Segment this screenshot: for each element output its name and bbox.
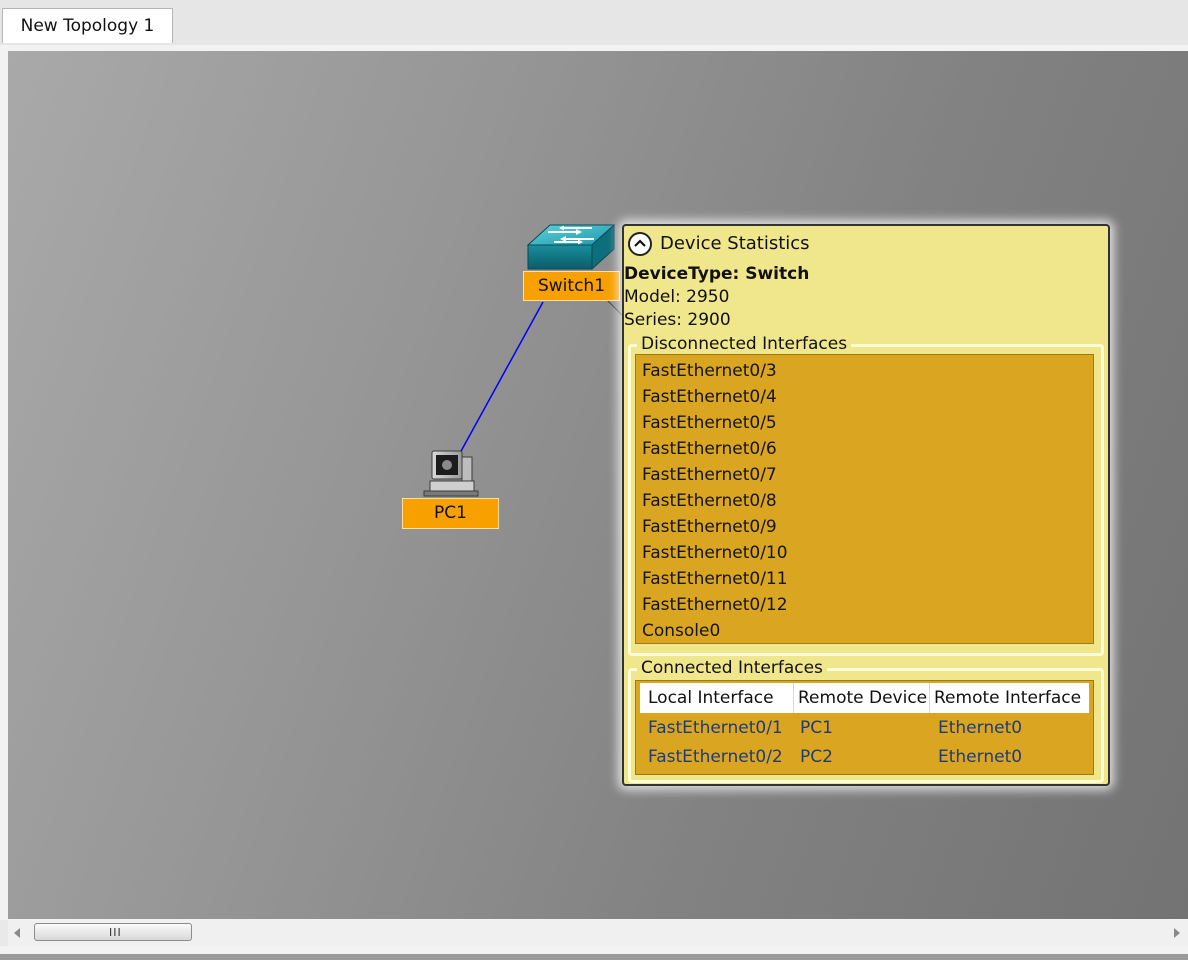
scrollbar-thumb[interactable]: III: [34, 923, 192, 941]
table-row[interactable]: FastEthernet0/2 PC2 Ethernet0: [640, 743, 1089, 772]
table-cell: FastEthernet0/2: [648, 747, 783, 767]
table-cell: Ethernet0: [938, 718, 1023, 738]
scrollbar-grip: III: [109, 926, 122, 939]
device-type: DeviceType: Switch: [624, 263, 809, 285]
list-item[interactable]: FastEthernet0/4: [636, 384, 1093, 410]
list-item[interactable]: FastEthernet0/9: [636, 514, 1093, 540]
column-header-remote-interface[interactable]: Remote Interface: [930, 683, 1087, 713]
table-cell: PC2: [800, 747, 833, 767]
device-statistics-panel: Device Statistics DeviceType: Switch Mod…: [622, 224, 1110, 786]
list-item[interactable]: Console0: [636, 618, 1093, 644]
switch-icon[interactable]: [526, 223, 616, 275]
connected-interfaces-table[interactable]: Local Interface Remote Device Remote Int…: [635, 680, 1094, 775]
column-header-local-interface[interactable]: Local Interface: [640, 683, 794, 713]
disconnected-interfaces-list[interactable]: FastEthernet0/3 FastEthernet0/4 FastEthe…: [635, 354, 1094, 644]
panel-header: Device Statistics: [624, 230, 924, 260]
switch-label[interactable]: Switch1: [523, 271, 620, 301]
device-type-label: DeviceType: Switch: [624, 264, 810, 284]
list-item[interactable]: FastEthernet0/8: [636, 488, 1093, 514]
scroll-left-arrow-icon[interactable]: [14, 928, 20, 938]
table-row[interactable]: FastEthernet0/1 PC1 Ethernet0: [640, 714, 1089, 743]
connected-interfaces-group: Connected Interfaces Local Interface Rem…: [628, 657, 1104, 783]
link-switch1-pc1[interactable]: [459, 301, 544, 454]
series: Series: 2900: [624, 310, 731, 330]
list-item[interactable]: FastEthernet0/5: [636, 410, 1093, 436]
tab-new-topology-1[interactable]: New Topology 1: [2, 8, 173, 43]
list-item[interactable]: FastEthernet0/6: [636, 436, 1093, 462]
tab-bar: New Topology 1: [0, 0, 1188, 46]
list-item[interactable]: FastEthernet0/3: [636, 358, 1093, 384]
list-item[interactable]: FastEthernet0/11: [636, 566, 1093, 592]
link-switch1-panel-connector: [605, 298, 623, 316]
collapse-button[interactable]: [628, 232, 652, 256]
pc-icon[interactable]: [422, 449, 480, 501]
list-item[interactable]: FastEthernet0/10: [636, 540, 1093, 566]
model: Model: 2950: [624, 287, 730, 307]
table-cell: FastEthernet0/1: [648, 718, 783, 738]
connected-interfaces-title: Connected Interfaces: [637, 657, 827, 679]
list-item[interactable]: FastEthernet0/12: [636, 592, 1093, 618]
list-item[interactable]: FastEthernet0/7: [636, 462, 1093, 488]
pc-label[interactable]: PC1: [402, 498, 499, 529]
topology-canvas[interactable]: Switch1 PC1 Device Statistics DeviceType…: [8, 51, 1188, 919]
column-header-remote-device[interactable]: Remote Device: [794, 683, 930, 713]
panel-title: Device Statistics: [660, 233, 810, 254]
scroll-right-arrow-icon[interactable]: [1174, 928, 1180, 938]
disconnected-interfaces-group: Disconnected Interfaces FastEthernet0/3 …: [628, 333, 1104, 656]
bottom-bar: [0, 946, 1188, 960]
table-header: Local Interface Remote Device Remote Int…: [640, 683, 1089, 713]
disconnected-interfaces-title: Disconnected Interfaces: [637, 333, 852, 355]
table-cell: Ethernet0: [938, 747, 1023, 767]
horizontal-scrollbar[interactable]: III: [8, 920, 1188, 946]
table-cell: PC1: [800, 718, 833, 738]
chevron-up-icon: [634, 239, 646, 247]
